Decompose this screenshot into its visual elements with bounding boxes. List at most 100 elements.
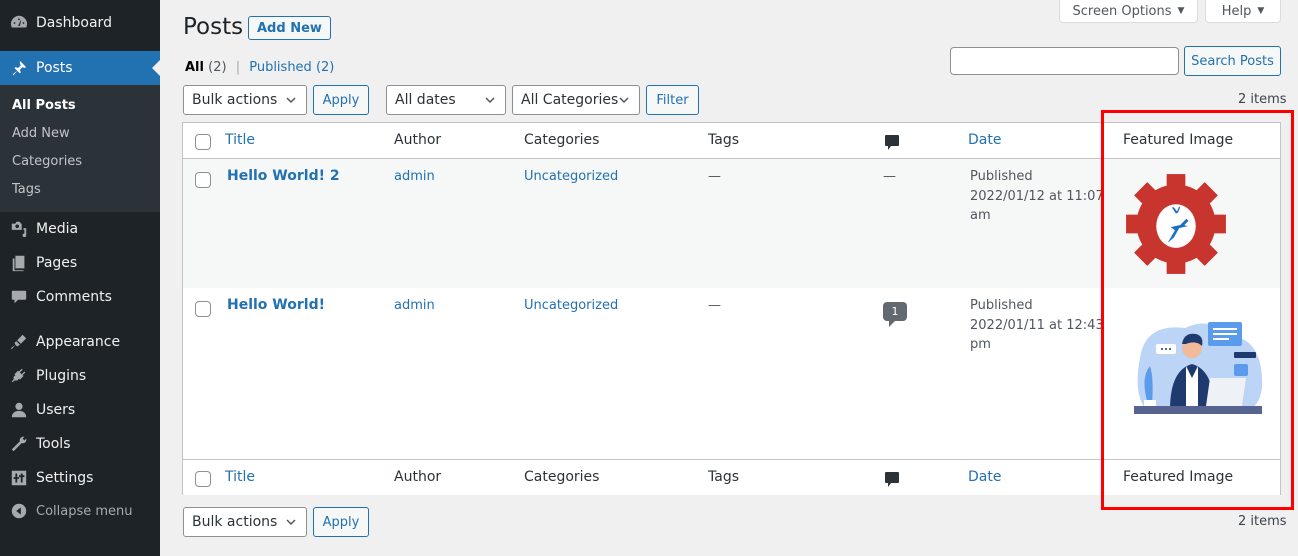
column-tags: Tags bbox=[708, 132, 739, 148]
published-count: (2) bbox=[315, 60, 335, 75]
category-link[interactable]: Uncategorized bbox=[524, 296, 618, 316]
bulk-actions-value: Bulk actions bbox=[192, 92, 278, 108]
collapse-icon bbox=[0, 502, 36, 520]
sidebar-label: Settings bbox=[36, 470, 94, 486]
plugin-icon bbox=[0, 367, 36, 385]
sidebar-item-media[interactable]: Media bbox=[0, 212, 160, 246]
row-checkbox[interactable] bbox=[195, 172, 211, 188]
help-label: Help bbox=[1221, 3, 1252, 19]
categories-select[interactable]: All Categories bbox=[512, 85, 640, 115]
submenu-all-posts[interactable]: All Posts bbox=[12, 98, 76, 113]
sidebar-label: Appearance bbox=[36, 334, 121, 350]
published-label: Published bbox=[249, 60, 312, 75]
pin-icon bbox=[0, 59, 36, 77]
help-button[interactable]: Help ▼ bbox=[1205, 0, 1281, 23]
featured-image-highlight-box bbox=[1101, 110, 1294, 510]
admin-sidebar: Dashboard Posts All Posts Add New Catego… bbox=[0, 0, 160, 556]
column-categories: Categories bbox=[524, 132, 600, 148]
apply-button[interactable]: Apply bbox=[313, 85, 369, 115]
sidebar-label: Posts bbox=[36, 60, 73, 76]
apply-button-bottom[interactable]: Apply bbox=[313, 507, 369, 537]
column-date-sort[interactable]: Date bbox=[968, 132, 1001, 148]
post-date: Published 2022/01/12 at 11:07 am bbox=[970, 167, 1104, 226]
search-input[interactable] bbox=[950, 47, 1179, 75]
screen-options-button[interactable]: Screen Options ▼ bbox=[1059, 0, 1198, 23]
dates-select[interactable]: All dates bbox=[386, 85, 506, 115]
comment-bubble-icon[interactable] bbox=[885, 135, 899, 151]
sidebar-label: Pages bbox=[36, 255, 78, 271]
submenu-categories[interactable]: Categories bbox=[12, 154, 82, 169]
submenu-tags[interactable]: Tags bbox=[12, 182, 41, 197]
select-all-checkbox[interactable] bbox=[195, 471, 211, 487]
sidebar-item-tools[interactable]: Tools bbox=[0, 427, 160, 461]
date-line: 2022/01/11 at 12:43 bbox=[970, 317, 1104, 333]
column-author: Author bbox=[394, 132, 442, 148]
post-title-link[interactable]: Hello World! bbox=[227, 296, 325, 316]
sidebar-item-settings[interactable]: Settings bbox=[0, 461, 160, 495]
all-count: (2) bbox=[208, 60, 227, 75]
submenu-add-new[interactable]: Add New bbox=[12, 126, 70, 141]
post-status: Published bbox=[970, 298, 1033, 313]
tags-value: — bbox=[708, 169, 721, 184]
filter-published-link[interactable]: Published (2) bbox=[249, 60, 334, 75]
column-tags: Tags bbox=[708, 469, 739, 485]
posts-submenu: All Posts Add New Categories Tags bbox=[0, 85, 160, 212]
column-author: Author bbox=[394, 469, 442, 485]
row-checkbox[interactable] bbox=[195, 301, 211, 317]
post-status: Published bbox=[970, 169, 1033, 184]
tags-value: — bbox=[708, 298, 721, 313]
sidebar-label: Tools bbox=[36, 436, 71, 452]
date-line: am bbox=[970, 208, 991, 223]
items-count-bottom: 2 items bbox=[1238, 514, 1287, 529]
column-title-sort[interactable]: Title bbox=[225, 469, 255, 485]
bulk-actions-value: Bulk actions bbox=[192, 514, 278, 530]
sidebar-label: Users bbox=[36, 402, 76, 418]
sidebar-item-comments[interactable]: Comments bbox=[0, 280, 160, 314]
column-date-sort[interactable]: Date bbox=[968, 469, 1001, 485]
sidebar-item-posts[interactable]: Posts bbox=[0, 51, 160, 85]
dashboard-icon bbox=[0, 14, 36, 32]
bulk-actions-select-bottom[interactable]: Bulk actions bbox=[183, 507, 307, 537]
post-title-link[interactable]: Hello World! 2 bbox=[227, 167, 340, 187]
sidebar-label: Media bbox=[36, 221, 79, 237]
date-line: 2022/01/12 at 11:07 bbox=[970, 188, 1104, 204]
triangle-down-icon: ▼ bbox=[1257, 6, 1265, 16]
comment-bubble-icon[interactable] bbox=[885, 472, 899, 488]
category-link[interactable]: Uncategorized bbox=[524, 167, 618, 187]
sidebar-label: Comments bbox=[36, 289, 112, 305]
comments-icon bbox=[0, 288, 36, 306]
categories-value: All Categories bbox=[521, 92, 619, 108]
chevron-down-icon bbox=[286, 519, 296, 526]
bulk-actions-select[interactable]: Bulk actions bbox=[183, 85, 307, 115]
author-link[interactable]: admin bbox=[394, 167, 435, 187]
column-title-sort[interactable]: Title bbox=[225, 132, 255, 148]
search-posts-button[interactable]: Search Posts bbox=[1184, 46, 1281, 76]
author-link[interactable]: admin bbox=[394, 296, 435, 316]
comment-count-bubble[interactable]: 1 bbox=[883, 302, 907, 327]
separator: | bbox=[235, 60, 241, 75]
filter-button[interactable]: Filter bbox=[646, 85, 699, 115]
sidebar-item-dashboard[interactable]: Dashboard bbox=[0, 6, 160, 40]
sidebar-item-pages[interactable]: Pages bbox=[0, 246, 160, 280]
collapse-menu-button[interactable]: Collapse menu bbox=[0, 494, 160, 528]
collapse-label: Collapse menu bbox=[36, 503, 133, 519]
chevron-down-icon bbox=[619, 97, 629, 104]
select-all-checkbox[interactable] bbox=[195, 134, 211, 150]
triangle-down-icon: ▼ bbox=[1177, 6, 1185, 16]
sidebar-item-plugins[interactable]: Plugins bbox=[0, 359, 160, 393]
sidebar-item-appearance[interactable]: Appearance bbox=[0, 325, 160, 359]
chevron-down-icon bbox=[286, 97, 296, 104]
screen-options-label: Screen Options bbox=[1072, 3, 1172, 19]
sidebar-label: Plugins bbox=[36, 368, 87, 384]
chevron-down-icon bbox=[485, 97, 495, 104]
brush-icon bbox=[0, 333, 36, 351]
page-title: Posts bbox=[183, 14, 244, 40]
comments-value: — bbox=[883, 169, 896, 184]
add-new-button[interactable]: Add New bbox=[248, 16, 331, 40]
sidebar-item-users[interactable]: Users bbox=[0, 393, 160, 427]
filter-all-link[interactable]: All bbox=[185, 60, 204, 75]
user-icon bbox=[0, 401, 36, 419]
date-line: pm bbox=[970, 337, 991, 352]
wrench-icon bbox=[0, 435, 36, 453]
settings-icon bbox=[0, 469, 36, 487]
